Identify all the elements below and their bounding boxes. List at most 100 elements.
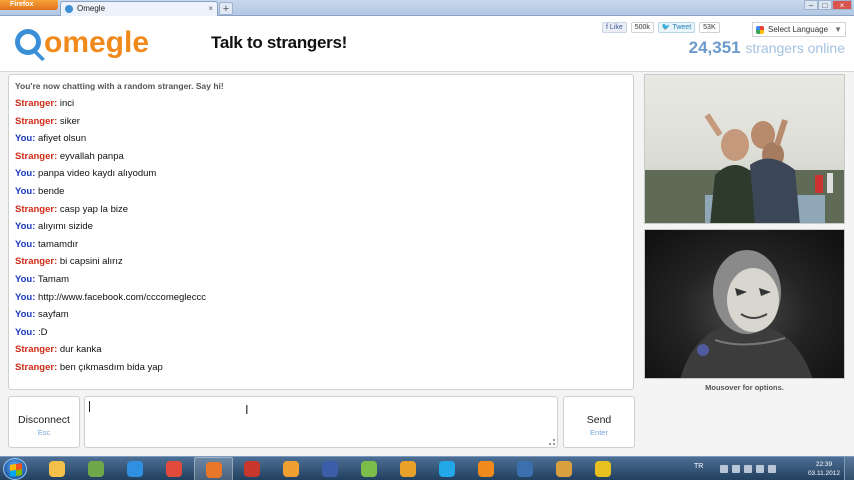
message-text: sayfam (38, 309, 69, 321)
online-count: 24,351 (688, 38, 741, 57)
chat-message: Stranger: dur kanka (15, 341, 627, 359)
chat-message: You: http://www.facebook.com/cccomeglecc… (15, 289, 627, 307)
taskbar-app-media[interactable] (233, 457, 272, 480)
taskbar-app-counter-strike[interactable] (545, 457, 584, 480)
windows-logo-icon (10, 463, 22, 477)
facebook-like-button[interactable]: f Like (602, 22, 627, 33)
stranger-label: Stranger: (15, 203, 58, 215)
stranger-label: Stranger: (15, 256, 58, 268)
show-desktop-button[interactable] (844, 457, 854, 480)
maximize-button[interactable]: □ (818, 0, 832, 10)
taskbar-app-norton[interactable] (584, 457, 623, 480)
message-text: alıyımı sizide (38, 221, 93, 233)
firefox-menu-button[interactable]: Firefox (0, 0, 58, 10)
you-label: You: (15, 185, 36, 197)
omegle-favicon-icon (65, 5, 73, 13)
clock-time: 22:39 (815, 461, 833, 468)
taskbar-app-explorer[interactable] (38, 457, 77, 480)
you-label: You: (15, 326, 36, 338)
you-label: You: (15, 273, 36, 285)
message-input[interactable]: I (84, 396, 558, 448)
you-label: You: (15, 133, 36, 145)
taskbar-app-chrome[interactable] (155, 457, 194, 480)
stranger-label: Stranger: (15, 361, 58, 373)
message-text: casp yap la bize (59, 203, 128, 215)
minimize-button[interactable]: – (804, 0, 818, 10)
disconnect-label: Disconnect (18, 414, 70, 426)
start-button[interactable] (3, 458, 27, 480)
chat-message: Stranger: ben çıkmasdım bida yap (15, 359, 627, 377)
tweet-label: Tweet (672, 24, 692, 31)
browser-titlebar: Firefox Omegle × + – □ × (0, 0, 854, 16)
you-label: You: (15, 168, 36, 180)
taskbar-app-skype[interactable] (428, 457, 467, 480)
message-text: eyvallah panpa (59, 150, 124, 162)
orange-ball-icon (283, 461, 299, 477)
close-window-button[interactable]: × (832, 0, 852, 10)
like-count: 500k (630, 22, 654, 33)
online-counter: 24,351 strangers online (689, 38, 845, 58)
send-label: Send (586, 414, 612, 426)
arrow-up-icon[interactable] (720, 465, 728, 473)
header: omegle Talk to strangers! f Like 500k 🐦 … (0, 16, 854, 72)
tool-icon (322, 461, 338, 477)
taskbar-app-network[interactable] (77, 457, 116, 480)
tweet-count: 53K (699, 22, 720, 33)
omegle-page: omegle Talk to strangers! f Like 500k 🐦 … (0, 16, 854, 456)
winamp-icon (400, 461, 416, 477)
flag-icon[interactable] (732, 465, 740, 473)
like-label: Like (609, 24, 623, 31)
taskbar: TR 22:39 03.11.2012 (0, 456, 854, 480)
taskbar-app-orange-ball[interactable] (272, 457, 311, 480)
message-text: panpa video kaydı alıyodum (38, 168, 157, 180)
tagline: Talk to strangers! (211, 33, 347, 52)
chat-message: You: Tamam (15, 271, 627, 289)
taskbar-app-film[interactable] (506, 457, 545, 480)
taskbar-app-tool[interactable] (311, 457, 350, 480)
network-tray-icon[interactable] (756, 465, 764, 473)
disconnect-button[interactable]: Disconnect Esc (8, 396, 80, 448)
chat-message: You: bende (15, 183, 627, 201)
tray-language[interactable]: TR (694, 463, 703, 470)
window-controls: – □ × (804, 0, 852, 10)
omegle-logo[interactable]: omegle (12, 22, 172, 66)
chat-message: Stranger: eyvallah panpa (15, 148, 627, 166)
chat-message: Stranger: bi capsini alırız (15, 253, 627, 271)
you-label: You: (15, 221, 36, 233)
taskbar-app-picasa[interactable] (350, 457, 389, 480)
language-label: Select Language (768, 25, 829, 34)
tray-icons (720, 465, 776, 473)
clock[interactable]: 22:39 03.11.2012 (808, 460, 840, 478)
tab-title: Omegle (77, 4, 106, 13)
send-shortcut: Enter (590, 428, 608, 437)
message-text: bi capsini alırız (59, 256, 123, 268)
you-label: You: (15, 309, 36, 321)
counter-strike-icon (556, 461, 572, 477)
message-text: :D (38, 326, 48, 338)
tweet-button[interactable]: 🐦 Tweet (657, 22, 696, 33)
tab-close-icon[interactable]: × (208, 2, 213, 16)
send-button[interactable]: Send Enter (563, 396, 635, 448)
stranger-video[interactable] (644, 74, 845, 224)
logo-text: omegle (44, 26, 149, 59)
resize-grip-icon[interactable] (549, 439, 555, 445)
new-tab-button[interactable]: + (219, 2, 233, 15)
taskbar-app-internet-explorer[interactable] (116, 457, 155, 480)
taskbar-app-winamp[interactable] (389, 457, 428, 480)
clock-date: 03.11.2012 (807, 470, 840, 477)
tab-omegle[interactable]: Omegle × (60, 1, 218, 16)
own-video[interactable] (644, 229, 845, 379)
language-select[interactable]: Select Language ▼ (752, 22, 846, 37)
taskbar-app-vlc[interactable] (467, 457, 506, 480)
message-text: ben çıkmasdım bida yap (59, 361, 163, 373)
chevron-down-icon: ▼ (834, 25, 842, 34)
chat-log[interactable]: You're now chatting with a random strang… (8, 74, 634, 390)
chat-message: You: sayfam (15, 306, 627, 324)
film-icon (517, 461, 533, 477)
message-text: Tamam (37, 273, 70, 285)
taskbar-app-firefox[interactable] (194, 457, 233, 480)
monitor-icon[interactable] (744, 465, 752, 473)
message-text: bende (38, 185, 65, 197)
volume-icon[interactable] (768, 465, 776, 473)
text-caret (89, 401, 90, 412)
